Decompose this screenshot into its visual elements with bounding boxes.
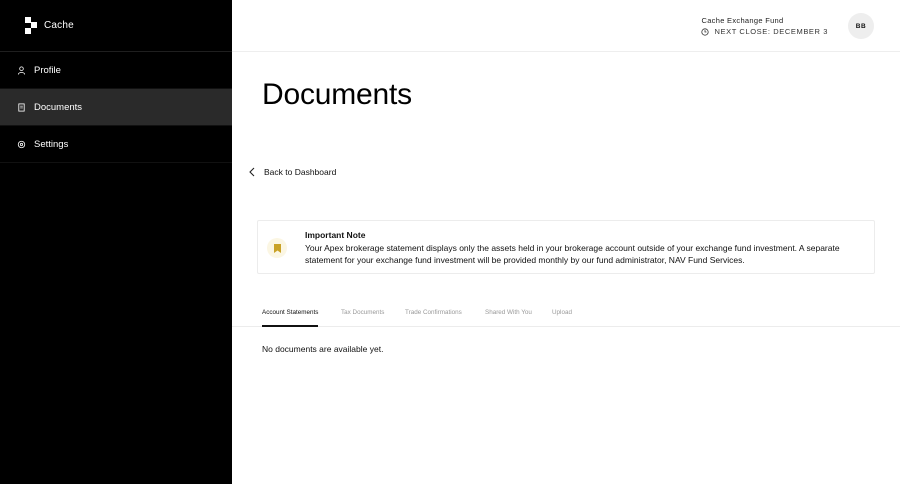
- bookmark-icon: [273, 243, 281, 253]
- sidebar-item-profile[interactable]: Profile: [0, 52, 232, 89]
- tab-trade-confirmations[interactable]: Trade Confirmations: [405, 308, 462, 327]
- chevron-left-icon: [249, 167, 255, 177]
- brand[interactable]: Cache: [0, 0, 232, 52]
- sidebar-item-label: Documents: [34, 101, 83, 113]
- document-tabs: Account Statements Tax Documents Trade C…: [232, 308, 900, 327]
- next-close-text: NEXT CLOSE: DECEMBER 3: [714, 27, 828, 36]
- sidebar: Cache Profile Documents Settings: [0, 0, 232, 484]
- important-note-card: Important Note Your Apex brokerage state…: [257, 220, 875, 274]
- user-icon: [17, 65, 26, 75]
- tab-tax-documents[interactable]: Tax Documents: [341, 308, 384, 327]
- next-close-row: NEXT CLOSE: DECEMBER 3: [701, 26, 828, 37]
- back-link-label: Back to Dashboard: [264, 167, 337, 177]
- note-body: Your Apex brokerage statement displays o…: [305, 243, 840, 265]
- clock-icon: [701, 27, 710, 36]
- fund-info: Cache Exchange Fund NEXT CLOSE: DECEMBER…: [701, 15, 828, 37]
- avatar[interactable]: BB: [848, 13, 874, 39]
- sidebar-item-label: Settings: [34, 138, 69, 150]
- empty-state-message: No documents are available yet.: [262, 344, 384, 354]
- main-content: Documents Back to Dashboard Important No…: [232, 52, 900, 484]
- gear-icon: [17, 140, 26, 149]
- document-icon: [17, 102, 26, 112]
- note-icon-badge: [267, 238, 287, 258]
- cache-logo-icon: [25, 17, 38, 34]
- sidebar-item-settings[interactable]: Settings: [0, 126, 232, 163]
- tab-account-statements[interactable]: Account Statements: [262, 308, 319, 327]
- brand-name: Cache: [44, 20, 74, 31]
- tab-upload[interactable]: Upload: [552, 308, 572, 327]
- tab-shared-with-you[interactable]: Shared With You: [485, 308, 532, 327]
- page-title: Documents: [262, 78, 412, 111]
- top-bar: Cache Exchange Fund NEXT CLOSE: DECEMBER…: [232, 0, 900, 52]
- fund-name: Cache Exchange Fund: [701, 16, 784, 25]
- sidebar-item-label: Profile: [34, 64, 61, 76]
- note-title: Important Note: [305, 230, 366, 240]
- back-to-dashboard-link[interactable]: Back to Dashboard: [248, 167, 336, 177]
- sidebar-item-documents[interactable]: Documents: [0, 89, 232, 126]
